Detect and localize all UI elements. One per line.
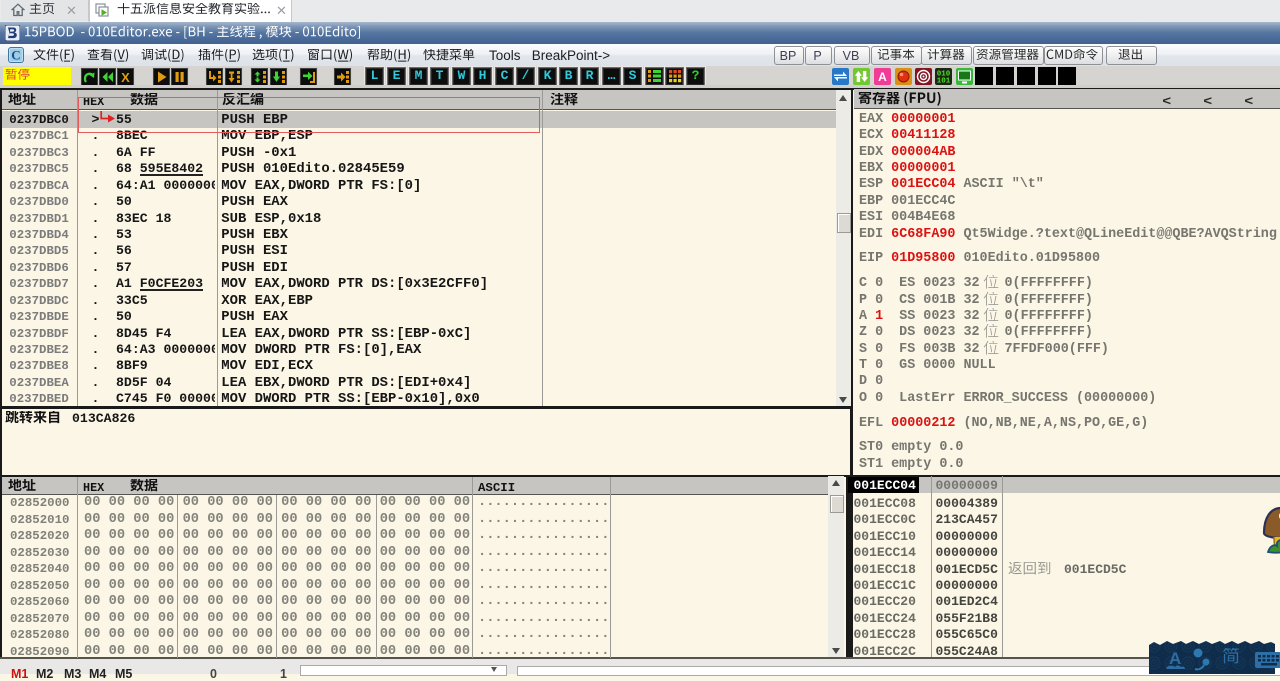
svg-text:A: A	[878, 70, 887, 84]
svg-text:X: X	[121, 70, 130, 85]
svg-text:A: A	[1169, 649, 1181, 668]
svg-text:101: 101	[937, 78, 951, 86]
svg-text:C: C	[11, 48, 20, 63]
